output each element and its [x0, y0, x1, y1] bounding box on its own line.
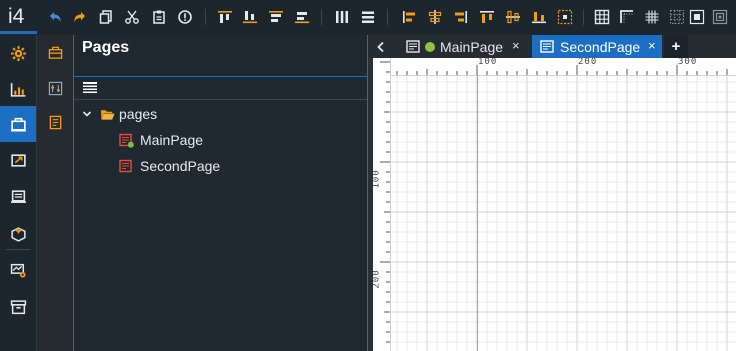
- dashboard-chart-icon[interactable]: [0, 71, 36, 107]
- panel-title: Pages: [82, 39, 130, 56]
- panel-header-divider: [74, 76, 367, 77]
- panel-selector-bar: [37, 35, 74, 351]
- toolbar-separator: [205, 9, 206, 25]
- archive-icon[interactable]: [0, 289, 36, 325]
- notes-icon[interactable]: [37, 107, 73, 139]
- distribute-vertical-icon[interactable]: [294, 9, 310, 25]
- pages-panel: Pages pages MainPage SecondPage: [74, 35, 368, 351]
- tree-label-mainpage: MainPage: [140, 132, 204, 148]
- vertical-guide-line[interactable]: [477, 75, 478, 351]
- horizontal-ruler[interactable]: 100 200 300: [373, 58, 736, 76]
- bar-chart-icon[interactable]: [531, 9, 547, 25]
- page-icon: [119, 133, 134, 148]
- tab-label: SecondPage: [560, 38, 641, 55]
- align-left-icon[interactable]: [401, 9, 417, 25]
- ruler-label: 100: [373, 169, 382, 189]
- pages-icon[interactable]: [0, 106, 36, 142]
- align-top-edge-icon[interactable]: [479, 9, 495, 25]
- cut-icon[interactable]: [124, 9, 140, 25]
- ruler-label: 300: [678, 58, 698, 67]
- list-view-icon[interactable]: [82, 81, 98, 95]
- package-icon[interactable]: [0, 216, 36, 252]
- tab-mainpage[interactable]: MainPage ×: [398, 35, 530, 58]
- close-icon[interactable]: ×: [512, 38, 520, 53]
- export-page-icon[interactable]: [0, 142, 36, 178]
- align-bottom-icon[interactable]: [242, 9, 258, 25]
- canvas-grid: [373, 58, 736, 351]
- grid-dots-icon[interactable]: [669, 9, 685, 25]
- center-icon[interactable]: [557, 9, 573, 25]
- tab-label: MainPage: [440, 38, 504, 55]
- settings-gear-icon[interactable]: [0, 35, 36, 71]
- top-toolbar: i4: [0, 0, 736, 35]
- tab-scroll-back-button[interactable]: [368, 35, 394, 58]
- grid-dense-icon[interactable]: [644, 9, 660, 25]
- columns-icon[interactable]: [334, 9, 350, 25]
- grid-icon[interactable]: [594, 9, 610, 25]
- ruler-label: 200: [578, 58, 598, 67]
- design-canvas[interactable]: 100 200 300 100 200: [373, 58, 736, 351]
- properties-icon[interactable]: [37, 73, 73, 105]
- tree-label-pages: pages: [119, 106, 158, 122]
- toolbox-icon[interactable]: [37, 37, 73, 69]
- ruler-label: 200: [373, 269, 382, 289]
- undo-icon[interactable]: [47, 9, 63, 25]
- ruler-ticks: [380, 61, 390, 343]
- folder-open-icon: [100, 108, 115, 121]
- tab-secondpage[interactable]: SecondPage ×: [532, 35, 662, 58]
- page-editor-icon: [406, 39, 421, 54]
- add-tab-button[interactable]: +: [664, 35, 688, 58]
- toolbar-separator: [583, 9, 584, 25]
- corner-icon[interactable]: [619, 9, 635, 25]
- vertical-ruler[interactable]: 100 200: [373, 58, 391, 351]
- tree-node-mainpage[interactable]: MainPage: [119, 129, 203, 151]
- close-icon[interactable]: ×: [648, 38, 656, 53]
- grid-center-icon[interactable]: [689, 9, 705, 25]
- align-middle-icon[interactable]: [268, 9, 284, 25]
- paste-icon[interactable]: [151, 9, 167, 25]
- redo-icon[interactable]: [72, 9, 88, 25]
- ruler-label: 100: [478, 58, 498, 67]
- panel-toolbar-divider: [74, 99, 367, 100]
- monitor-config-icon[interactable]: [0, 252, 36, 288]
- frame-icon[interactable]: [712, 9, 728, 25]
- app-logo: i4: [8, 5, 25, 28]
- page-icon: [119, 159, 134, 174]
- copy-icon[interactable]: [98, 9, 114, 25]
- tree-label-secondpage: SecondPage: [140, 158, 221, 174]
- toolbar-separator: [387, 9, 388, 25]
- editor-tab-bar: MainPage × SecondPage × +: [368, 35, 736, 58]
- rows-icon[interactable]: [360, 9, 376, 25]
- align-center-icon[interactable]: [427, 9, 443, 25]
- status-online-icon: [425, 41, 435, 52]
- align-right-icon[interactable]: [453, 9, 469, 25]
- components-icon[interactable]: [0, 178, 36, 214]
- align-bottom-edge-icon[interactable]: [505, 9, 521, 25]
- main-sidebar: [0, 35, 37, 351]
- align-top-icon[interactable]: [217, 9, 233, 25]
- chevron-down-icon[interactable]: [82, 109, 92, 119]
- tree-node-secondpage[interactable]: SecondPage: [119, 155, 220, 177]
- plus-icon: +: [671, 38, 681, 55]
- tree-node-pages[interactable]: pages: [82, 103, 157, 125]
- info-icon[interactable]: [177, 9, 193, 25]
- logo-underline: [0, 31, 37, 34]
- page-editor-icon: [540, 39, 555, 54]
- toolbar-separator: [321, 9, 322, 25]
